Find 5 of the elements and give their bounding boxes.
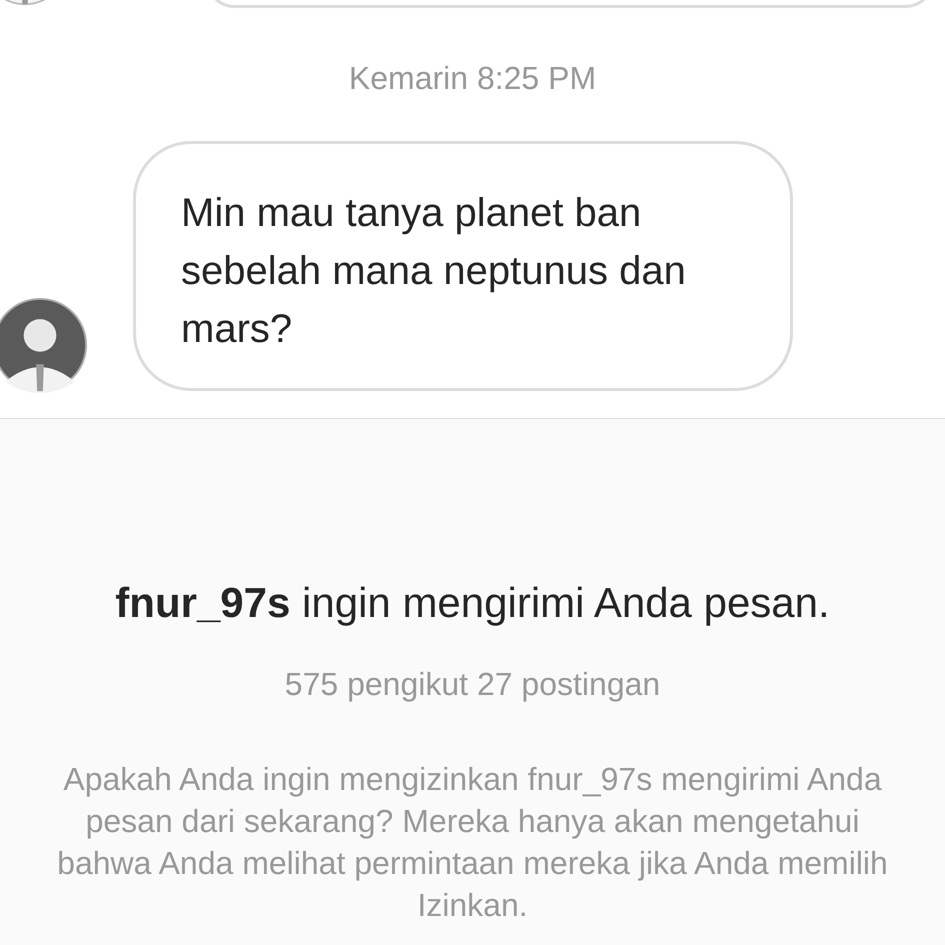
- timestamp: Kemarin 8:25 PM: [348, 59, 598, 98]
- message-bubble: Min mau tanya planet ban sebelah mana neptunus dan mars?: [133, 141, 793, 391]
- profile-stats: 575 pengikut 27 postingan: [284, 665, 660, 704]
- request-description: Apakah Anda ingin mengizinkan fnur_97s mengirimi Anda pesan dari sekarang? Mereka hanya akan mengetahui bahwa Anda melihat permintaan mereka jika Anda memilih Izinkan.: [56, 760, 889, 925]
- request-title: fnur_97s ingin mengirimi Anda pesan.: [115, 578, 830, 628]
